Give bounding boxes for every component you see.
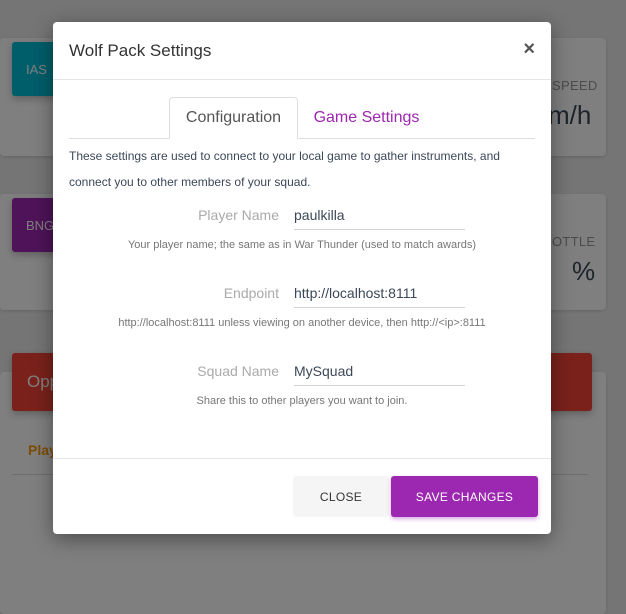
save-changes-button[interactable]: SAVE CHANGES <box>391 476 538 517</box>
squad-name-input[interactable] <box>294 356 465 386</box>
modal-title: Wolf Pack Settings <box>69 41 212 60</box>
player-name-label: Player Name <box>198 207 279 223</box>
settings-tabs: Configuration Game Settings <box>69 97 535 139</box>
configuration-description: These settings are used to connect to yo… <box>69 149 500 189</box>
squad-name-help: Share this to other players you want to … <box>196 395 408 407</box>
squad-name-label: Squad Name <box>197 363 279 379</box>
endpoint-input[interactable] <box>294 278 465 308</box>
close-button[interactable]: CLOSE <box>293 476 389 517</box>
tab-configuration[interactable]: Configuration <box>169 97 298 139</box>
close-icon[interactable]: × <box>523 39 535 59</box>
endpoint-help: http://localhost:8111 unless viewing on … <box>118 317 486 329</box>
settings-modal: Wolf Pack Settings × Configuration Game … <box>53 22 551 534</box>
tab-game-settings[interactable]: Game Settings <box>309 97 424 139</box>
modal-footer-divider <box>53 458 551 459</box>
modal-header: Wolf Pack Settings × <box>53 22 551 80</box>
endpoint-label: Endpoint <box>223 285 279 301</box>
player-name-input[interactable] <box>294 200 465 230</box>
player-name-help: Your player name; the same as in War Thu… <box>127 239 477 251</box>
